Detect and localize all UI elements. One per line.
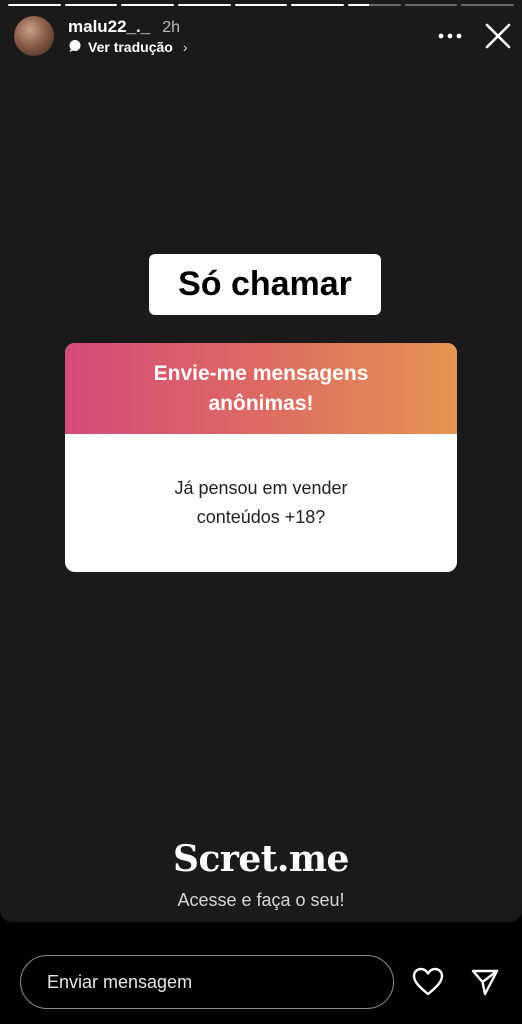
send-icon[interactable]: [470, 967, 500, 997]
progress-segment: [64, 4, 118, 6]
question-card-text: Já pensou em vender conteúdos +18?: [174, 478, 348, 527]
progress-segment: [8, 4, 61, 6]
bottom-actions: [412, 967, 506, 997]
progress-segment: [178, 4, 231, 6]
user-meta: malu22_._ 2h Ver tradução ›: [68, 17, 188, 56]
story-progress: [8, 4, 515, 6]
translate-label: Ver tradução: [88, 39, 173, 55]
speech-bubble-icon: [68, 39, 82, 56]
translate-link[interactable]: Ver tradução ›: [68, 39, 188, 56]
progress-segment: [348, 4, 401, 6]
text-sticker: Só chamar: [149, 254, 381, 315]
header-actions: [438, 22, 512, 50]
more-options-icon[interactable]: [438, 32, 462, 40]
close-icon[interactable]: [484, 22, 512, 50]
brand-tagline[interactable]: Acesse e faça o seu!: [0, 890, 522, 911]
time-ago: 2h: [162, 18, 181, 36]
heart-icon[interactable]: [412, 967, 444, 997]
user-line: malu22_._ 2h: [68, 17, 188, 37]
username[interactable]: malu22_._: [68, 17, 150, 37]
story-header: malu22_._ 2h Ver tradução ›: [14, 14, 512, 58]
avatar[interactable]: [14, 16, 54, 56]
bottom-bar: [20, 954, 506, 1010]
question-card-header: Envie-me mensagens anônimas!: [65, 343, 457, 434]
progress-segment: [291, 4, 345, 6]
brand-logo[interactable]: Scret.me: [0, 838, 522, 880]
progress-segment: [234, 4, 288, 6]
chevron-right-icon: ›: [182, 39, 188, 55]
story-viewer: malu22_._ 2h Ver tradução › Só chamar En…: [0, 0, 522, 922]
progress-segment: [404, 4, 458, 6]
question-card[interactable]: Envie-me mensagens anônimas! Já pensou e…: [65, 343, 457, 572]
progress-segment: [461, 4, 515, 6]
progress-segment: [121, 4, 175, 6]
message-input[interactable]: [20, 955, 394, 1009]
